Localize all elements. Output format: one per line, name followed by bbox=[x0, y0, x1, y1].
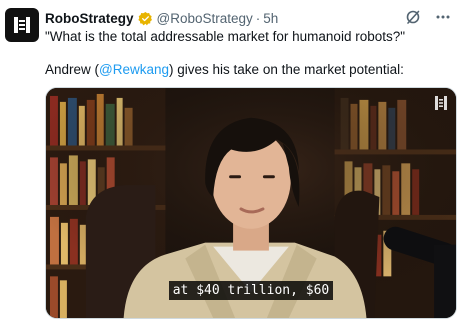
robostrategy-watermark-icon bbox=[434, 95, 448, 116]
avatar[interactable] bbox=[5, 8, 39, 42]
tweet-header: RoboStrategy @RoboStrategy · 5h bbox=[45, 9, 278, 27]
mention-link[interactable]: @Rewkang bbox=[99, 62, 169, 77]
tweet-text-prefix: Andrew ( bbox=[45, 62, 100, 77]
tweet-actions-top bbox=[405, 9, 451, 25]
video-player[interactable]: at $40 trillion, $60 bbox=[45, 87, 457, 319]
grok-icon[interactable] bbox=[405, 9, 421, 25]
verified-badge-icon bbox=[137, 11, 153, 26]
more-options-icon[interactable] bbox=[435, 9, 451, 25]
tweet-text-question: "What is the total addressable market fo… bbox=[45, 29, 406, 44]
tweet[interactable]: RoboStrategy @RoboStrategy · 5h "What is bbox=[0, 0, 467, 326]
robostrategy-logo-icon bbox=[14, 17, 30, 33]
author-handle[interactable]: @RoboStrategy bbox=[157, 11, 253, 26]
caption-text: at $40 trillion, $60 bbox=[168, 281, 334, 300]
tweet-text-suffix: ) gives his take on the market potential… bbox=[169, 62, 404, 77]
tweet-text-body: Andrew (@Rewkang) gives his take on the … bbox=[45, 62, 404, 77]
tweet-timestamp[interactable]: 5h bbox=[263, 11, 278, 26]
author-name[interactable]: RoboStrategy bbox=[45, 11, 134, 26]
separator-dot: · bbox=[255, 10, 261, 26]
video-caption: at $40 trillion, $60 bbox=[46, 281, 456, 300]
